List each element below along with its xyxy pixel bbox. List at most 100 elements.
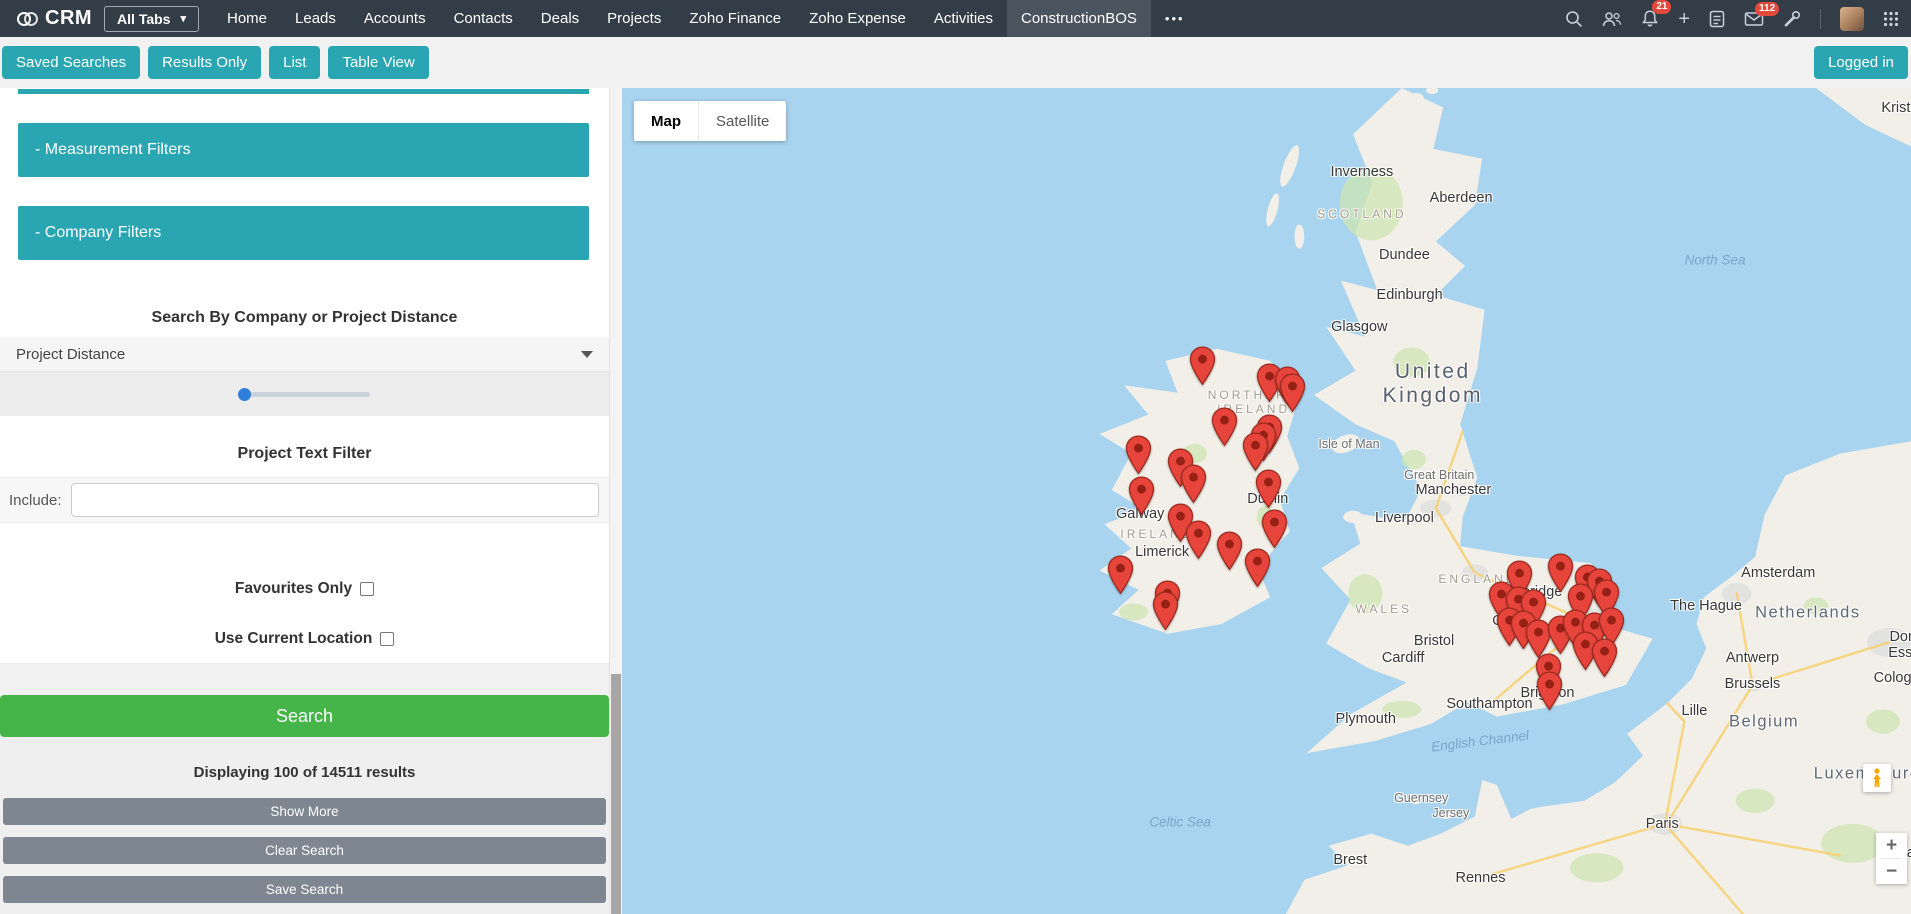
map-label-edinburgh: Edinburgh [1376,287,1443,304]
map-pin[interactable] [1591,638,1618,678]
map-label-plymouth: Plymouth [1335,711,1396,728]
map-label-kristiansand: Kristiansand [1881,99,1911,116]
map-pin[interactable] [1189,346,1216,386]
chevron-down-icon [581,350,593,358]
map-pin[interactable] [1107,555,1134,595]
location-label: Use Current Location [214,630,373,647]
current-location-row: Use Current Location [0,629,609,649]
slider-thumb[interactable] [237,387,251,401]
map-label-isle-of-man: Isle of Man [1318,437,1380,451]
map-label-lille: Lille [1681,702,1708,719]
measurement-filters-banner[interactable]: - Measurement Filters [18,123,589,177]
zoom-out-button[interactable]: − [1876,859,1907,884]
zoom-in-button[interactable]: + [1876,833,1907,858]
map-pin[interactable] [1152,591,1179,631]
users-icon[interactable] [1602,10,1622,28]
pegman-control[interactable] [1863,764,1891,792]
map-label-glasgow: Glasgow [1331,318,1388,335]
zoom-control: + − [1876,833,1907,884]
nav-item-home[interactable]: Home [213,0,281,37]
results-only-button[interactable]: Results Only [148,46,262,79]
map-label-cardiff: Cardiff [1381,649,1425,666]
favourites-only-row: Favourites Only [0,579,609,599]
map-label-belgium: Belgium [1728,712,1800,731]
nav-item-contacts[interactable]: Contacts [440,0,527,37]
clear-search-button[interactable]: Clear Search [3,837,606,864]
saved-searches-button[interactable]: Saved Searches [2,46,141,79]
nav-item-constructionbos[interactable]: ConstructionBOS [1007,0,1151,37]
nav-item-zoho-finance[interactable]: Zoho Finance [675,0,795,37]
all-tabs-dropdown[interactable]: All Tabs ▾ [104,5,199,32]
map-label-manchester: Manchester [1415,482,1492,499]
map-pin[interactable] [1255,469,1282,509]
include-label: Include: [9,491,62,509]
avatar[interactable] [1840,6,1864,31]
tools-icon[interactable] [1783,10,1801,28]
scrollbar-thumb[interactable] [611,674,621,914]
map-label-brussels: Brussels [1724,675,1781,692]
map-label-essen: Essen [1888,644,1911,661]
map-label-aberdeen: Aberdeen [1429,189,1493,206]
map-pin[interactable] [1180,464,1207,504]
nav-item-accounts[interactable]: Accounts [350,0,440,37]
favourites-checkbox[interactable] [360,582,375,596]
map-pin[interactable] [1185,520,1212,560]
search-button[interactable]: Search [0,695,609,737]
map-pin[interactable] [1279,373,1306,413]
map-label-amsterdam: Amsterdam [1741,564,1816,581]
sidebar-scrollbar[interactable] [609,88,622,914]
map-canvas[interactable]: Kristiansand North Sea Inverness Aberdeen SC… [622,88,1911,914]
map-label-wales: WALES [1355,602,1413,617]
save-search-button[interactable]: Save Search [3,876,606,903]
map-label-limerick: Limerick [1135,544,1190,561]
all-tabs-label: All Tabs [117,10,171,27]
map-label-inverness: Inverness [1330,164,1394,181]
map-pin[interactable] [1244,548,1271,588]
nav-item-zoho-expense[interactable]: Zoho Expense [795,0,920,37]
map-pin[interactable] [1261,509,1288,549]
map-type-control: Map Satellite [634,101,787,141]
satellite-view-button[interactable]: Satellite [698,101,786,141]
map-label-guernsey: Guernsey [1394,791,1449,806]
apps-grid-icon[interactable] [1883,11,1899,27]
map-pins [622,88,1911,914]
topbar-icons: 21 + 112 [1565,0,1911,31]
map-label-cologne: Cologne [1873,669,1911,686]
show-more-button[interactable]: Show More [3,798,606,825]
nav-item-projects[interactable]: Projects [593,0,675,37]
map-pin[interactable] [1242,432,1269,472]
plus-icon[interactable]: + [1678,9,1690,29]
include-input[interactable] [70,483,599,517]
bell-icon[interactable]: 21 [1641,0,1672,28]
slider-track[interactable] [237,387,370,401]
map-label-the-hague: The Hague [1670,597,1742,614]
current-location-checkbox[interactable] [380,632,395,646]
map-label-bristol: Bristol [1413,633,1455,650]
feeds-icon[interactable] [1709,10,1725,28]
map-label-dortmund: Dortmund [1889,629,1911,646]
table-view-button[interactable]: Table View [328,46,429,79]
nav-item-activities[interactable]: Activities [920,0,1007,37]
search-icon[interactable] [1565,10,1583,28]
select-value: Project Distance [16,345,126,363]
map-pin[interactable] [1536,671,1563,711]
company-filters-banner[interactable]: - Company Filters [18,206,589,260]
distance-slider[interactable] [0,372,609,416]
map-label-great-britain: Great Britain [1404,468,1475,483]
mail-icon[interactable]: 112 [1744,1,1780,27]
chevron-down-icon: ▾ [180,13,186,25]
main-nav: Home Leads Accounts Contacts Deals Projects Zo… [213,0,1151,37]
sea-label-celtic-sea: Celtic Sea [1149,814,1211,830]
map-pin[interactable] [1211,407,1238,447]
map-pin[interactable] [1216,531,1243,571]
logged-in-button[interactable]: Logged in [1814,46,1908,79]
map-pin[interactable] [1125,435,1152,475]
list-button[interactable]: List [269,46,321,79]
nav-item-leads[interactable]: Leads [281,0,350,37]
crm-logo[interactable]: CRM [0,7,104,30]
more-tabs-button[interactable]: ••• [1151,11,1199,26]
project-distance-select[interactable]: Project Distance [0,337,609,372]
map-pin[interactable] [1128,476,1155,516]
nav-item-deals[interactable]: Deals [527,0,593,37]
map-view-button[interactable]: Map [634,101,698,141]
